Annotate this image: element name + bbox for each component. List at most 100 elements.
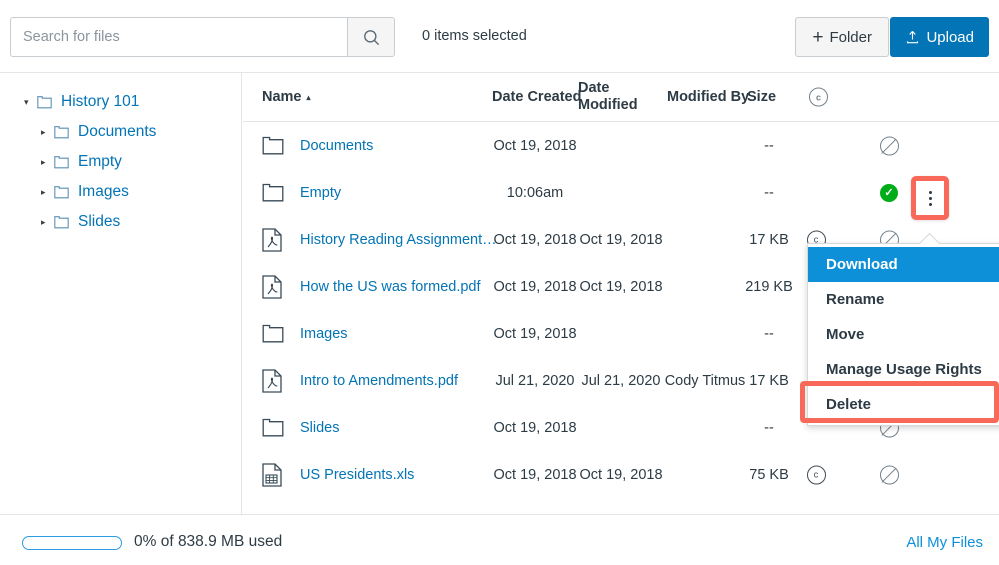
menu-item-delete[interactable]: Delete	[808, 387, 999, 422]
caret-down-icon[interactable]: ▾	[24, 97, 37, 107]
folder-icon	[262, 324, 284, 342]
files-page: 0 items selected + Folder Upload ▾ Histor…	[0, 0, 999, 565]
cell-published-state	[869, 136, 909, 155]
file-name-link[interactable]: History Reading Assignment…	[300, 232, 497, 248]
file-type-icon	[262, 368, 290, 393]
caret-right-icon[interactable]: ▸	[41, 127, 54, 137]
pdf-file-icon	[262, 274, 282, 299]
file-name-link[interactable]: How the US was formed.pdf	[300, 279, 481, 295]
cell-date-modified: Jul 21, 2020	[581, 372, 661, 389]
search-button[interactable]	[347, 18, 394, 56]
search-icon	[363, 29, 379, 45]
cell-date-modified: Oct 19, 2018	[579, 278, 663, 295]
folder-icon	[37, 95, 52, 108]
column-header-date-created[interactable]: Date Created	[492, 89, 581, 105]
upload-button[interactable]: Upload	[890, 17, 989, 57]
cell-date-created: Oct 19, 2018	[493, 325, 577, 342]
column-header-modified-by[interactable]: Modified By	[667, 89, 749, 105]
cell-size: --	[764, 137, 774, 154]
sidebar-item-label: Documents	[78, 123, 157, 140]
blocked-circle-icon[interactable]	[879, 136, 899, 155]
column-header-date-modified[interactable]: Date Modified	[578, 80, 640, 114]
cell-size: 75 KB	[749, 466, 789, 483]
cell-date-created: Jul 21, 2020	[495, 372, 575, 389]
file-name-link[interactable]: Empty	[300, 185, 341, 201]
row-context-menu: Download Rename Move Manage Usage Rights Del…	[807, 243, 999, 426]
add-folder-button[interactable]: + Folder	[795, 17, 889, 57]
column-header-size[interactable]: Size	[747, 89, 776, 105]
selected-count-label: 0 items selected	[422, 28, 527, 44]
cell-date-created: Oct 19, 2018	[493, 137, 577, 154]
sidebar-item-history-101[interactable]: ▾ History 101	[0, 87, 241, 117]
table-row[interactable]: Empty 10:06am -- ✓	[243, 169, 999, 216]
pdf-file-icon	[262, 227, 282, 252]
folder-icon	[262, 183, 284, 201]
sidebar-item-documents[interactable]: ▸ Documents	[0, 117, 241, 147]
sidebar-item-slides[interactable]: ▸ Slides	[0, 207, 241, 237]
cell-size: --	[764, 419, 774, 436]
pdf-file-icon	[262, 368, 282, 393]
footer: 0% of 838.9 MB used All My Files	[0, 514, 999, 565]
all-my-files-link[interactable]: All My Files	[906, 534, 983, 551]
cell-date-modified: Oct 19, 2018	[579, 231, 663, 248]
table-row[interactable]: US Presidents.xls Oct 19, 2018 Oct 19, 201…	[243, 451, 999, 498]
file-type-icon	[262, 227, 290, 252]
caret-right-icon[interactable]: ▸	[41, 187, 54, 197]
file-type-icon	[262, 462, 290, 487]
file-type-icon	[262, 324, 290, 343]
upload-arrow-icon	[907, 30, 919, 44]
toolbar: 0 items selected + Folder Upload	[0, 0, 999, 73]
menu-item-move[interactable]: Move	[808, 317, 999, 352]
upload-label: Upload	[926, 28, 974, 46]
row-actions-kebab-button[interactable]	[911, 176, 949, 220]
cell-size: --	[764, 184, 774, 201]
cell-modified-by: Cody Titmus	[664, 372, 746, 389]
cell-size: 219 KB	[745, 278, 793, 295]
file-name-link[interactable]: Intro to Amendments.pdf	[300, 373, 458, 389]
column-header-name[interactable]: Name ▴	[262, 89, 311, 105]
folder-icon	[262, 136, 284, 154]
file-name-link[interactable]: Documents	[300, 138, 373, 154]
search-input[interactable]	[11, 18, 347, 56]
cell-date-created: Oct 19, 2018	[493, 466, 577, 483]
cell-date-created: 10:06am	[506, 184, 564, 201]
storage-quota-bar	[22, 536, 122, 550]
published-check-icon[interactable]: ✓	[880, 183, 898, 202]
column-header-name-label: Name	[262, 89, 302, 105]
folder-icon	[54, 125, 69, 138]
menu-item-rename[interactable]: Rename	[808, 282, 999, 317]
folder-icon	[262, 418, 284, 436]
sidebar-item-label: Images	[78, 183, 129, 200]
column-header-usage-rights: c	[809, 87, 828, 107]
cell-usage-rights: c	[796, 465, 836, 484]
file-name-link[interactable]: Images	[300, 326, 348, 342]
cell-size: --	[764, 325, 774, 342]
file-name-link[interactable]: Slides	[300, 420, 340, 436]
sidebar-item-images[interactable]: ▸ Images	[0, 177, 241, 207]
copyright-circle-icon[interactable]: c	[806, 465, 826, 484]
folder-tree-sidebar: ▾ History 101 ▸ Documents ▸ Empty ▸ Images ▸ Slid…	[0, 73, 242, 514]
caret-right-icon[interactable]: ▸	[41, 217, 54, 227]
sidebar-item-label: Empty	[78, 153, 122, 170]
file-type-icon	[262, 274, 290, 299]
table-header-row: Name ▴ Date Created Date Modified Modifi…	[243, 73, 999, 122]
sidebar-item-label: Slides	[78, 213, 121, 230]
search-box[interactable]	[10, 17, 395, 57]
add-folder-label: Folder	[829, 28, 872, 46]
file-type-icon	[262, 183, 290, 202]
file-type-icon	[262, 418, 290, 437]
sidebar-item-empty[interactable]: ▸ Empty	[0, 147, 241, 177]
caret-right-icon[interactable]: ▸	[41, 157, 54, 167]
cell-date-modified: Oct 19, 2018	[579, 466, 663, 483]
table-row[interactable]: Documents Oct 19, 2018 --	[243, 122, 999, 169]
cell-date-created: Oct 19, 2018	[493, 419, 577, 436]
spreadsheet-icon	[262, 462, 282, 487]
file-name-link[interactable]: US Presidents.xls	[300, 467, 414, 483]
cell-published-state	[869, 465, 909, 484]
menu-item-download[interactable]: Download	[808, 247, 999, 282]
cell-date-created: Oct 19, 2018	[493, 231, 577, 248]
cell-date-created: Oct 19, 2018	[493, 278, 577, 295]
blocked-circle-icon[interactable]	[879, 465, 899, 484]
folder-icon	[54, 155, 69, 168]
menu-item-manage-usage-rights[interactable]: Manage Usage Rights	[808, 352, 999, 387]
